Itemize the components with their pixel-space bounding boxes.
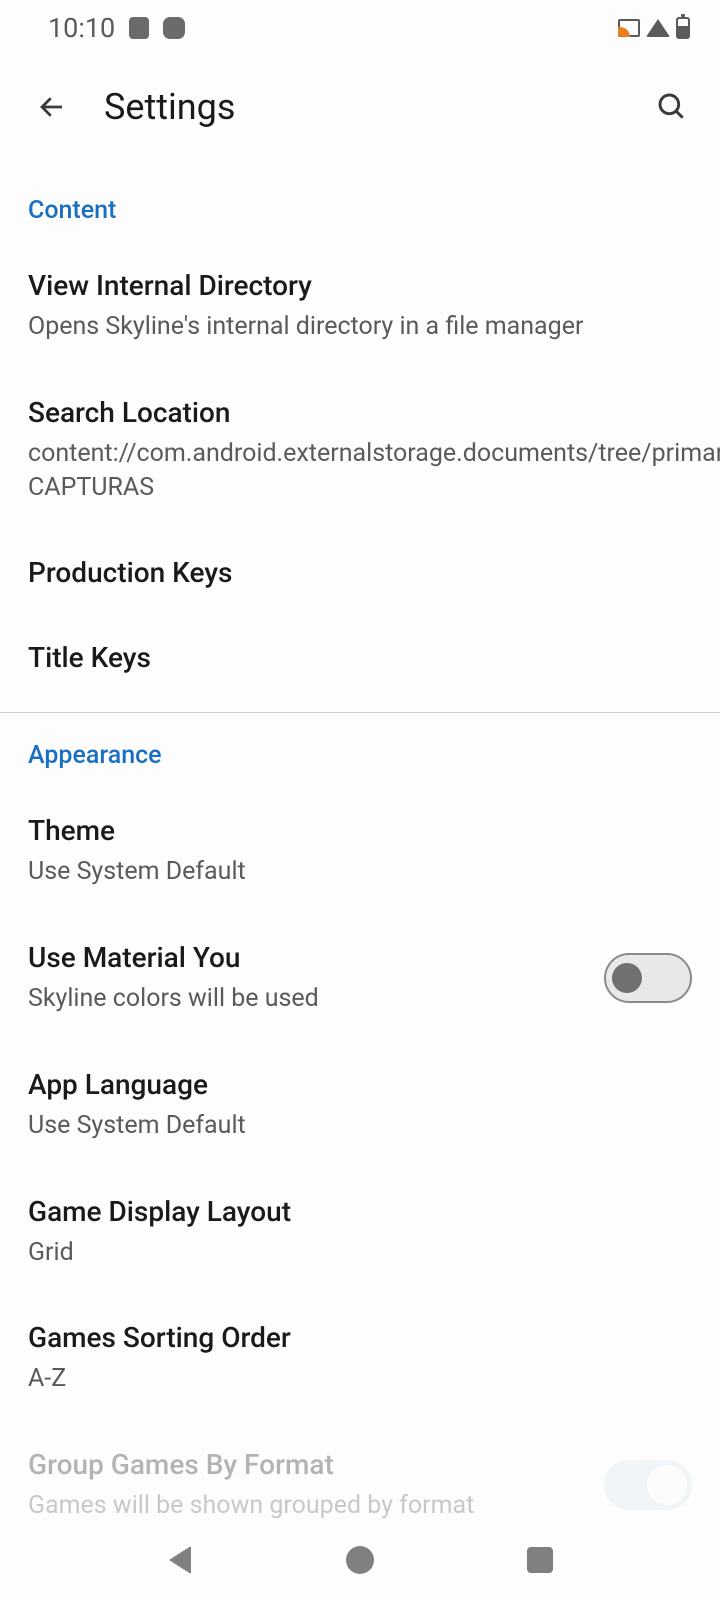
status-bar-right [618, 17, 690, 39]
search-button[interactable] [652, 87, 692, 127]
setting-subtitle: Games will be shown grouped by format [28, 1489, 584, 1523]
setting-title: Title Keys [28, 641, 692, 674]
battery-icon [676, 17, 690, 39]
setting-title: Game Display Layout [28, 1195, 692, 1228]
setting-text: Search Location content://com.android.ex… [28, 396, 720, 505]
setting-title: Group Games By Format [28, 1448, 584, 1481]
setting-text: Group Games By Format Games will be show… [28, 1448, 584, 1523]
status-bar: 10:10 [0, 0, 720, 56]
setting-subtitle: content://com.android.externalstorage.do… [28, 437, 720, 505]
setting-subtitle: Skyline colors will be used [28, 982, 584, 1016]
section-content: Content View Internal Directory Opens Sk… [0, 168, 720, 700]
setting-title: Use Material You [28, 941, 584, 974]
back-button[interactable] [32, 87, 72, 127]
search-icon [656, 91, 688, 123]
page-title: Settings [104, 86, 620, 128]
setting-subtitle: Use System Default [28, 855, 692, 889]
toggle-group-games-by-format[interactable] [604, 1460, 692, 1510]
circle-icon [346, 1546, 374, 1574]
triangle-icon [169, 1546, 191, 1574]
setting-title: Search Location [28, 396, 720, 429]
setting-text: View Internal Directory Opens Skyline's … [28, 269, 692, 344]
setting-subtitle: Grid [28, 1236, 692, 1270]
setting-production-keys[interactable]: Production Keys [28, 530, 692, 615]
setting-subtitle: Opens Skyline's internal directory in a … [28, 310, 692, 344]
setting-games-sorting-order[interactable]: Games Sorting Order A-Z [28, 1295, 692, 1422]
wifi-icon [646, 19, 670, 37]
setting-title-keys[interactable]: Title Keys [28, 615, 692, 700]
notification-icon-2 [163, 17, 185, 39]
section-appearance: Appearance Theme Use System Default Use … [0, 713, 720, 1549]
navigation-bar [0, 1520, 720, 1600]
status-bar-left: 10:10 [48, 12, 185, 44]
setting-subtitle: A-Z [28, 1362, 692, 1396]
setting-text: Production Keys [28, 556, 692, 589]
nav-home-button[interactable] [340, 1540, 380, 1580]
setting-search-location[interactable]: Search Location content://com.android.ex… [28, 370, 692, 531]
setting-text: App Language Use System Default [28, 1068, 692, 1143]
status-time: 10:10 [48, 12, 115, 44]
setting-view-internal-directory[interactable]: View Internal Directory Opens Skyline's … [28, 243, 692, 370]
arrow-left-icon [37, 92, 67, 122]
setting-material-you[interactable]: Use Material You Skyline colors will be … [28, 915, 692, 1042]
setting-title: App Language [28, 1068, 692, 1101]
notification-icon [129, 17, 149, 39]
toggle-material-you[interactable] [604, 953, 692, 1003]
setting-app-language[interactable]: App Language Use System Default [28, 1042, 692, 1169]
section-header-appearance: Appearance [28, 713, 692, 788]
section-header-content: Content [28, 168, 692, 243]
square-icon [527, 1547, 553, 1573]
setting-title: Theme [28, 814, 692, 847]
app-bar: Settings [0, 56, 720, 168]
setting-title: Games Sorting Order [28, 1321, 692, 1354]
nav-recent-button[interactable] [520, 1540, 560, 1580]
setting-subtitle: Use System Default [28, 1109, 692, 1143]
cast-icon [618, 19, 640, 37]
setting-game-display-layout[interactable]: Game Display Layout Grid [28, 1169, 692, 1296]
setting-title: View Internal Directory [28, 269, 692, 302]
setting-text: Use Material You Skyline colors will be … [28, 941, 584, 1016]
setting-title: Production Keys [28, 556, 692, 589]
nav-back-button[interactable] [160, 1540, 200, 1580]
setting-text: Game Display Layout Grid [28, 1195, 692, 1270]
setting-theme[interactable]: Theme Use System Default [28, 788, 692, 915]
setting-text: Theme Use System Default [28, 814, 692, 889]
setting-text: Title Keys [28, 641, 692, 674]
setting-text: Games Sorting Order A-Z [28, 1321, 692, 1396]
